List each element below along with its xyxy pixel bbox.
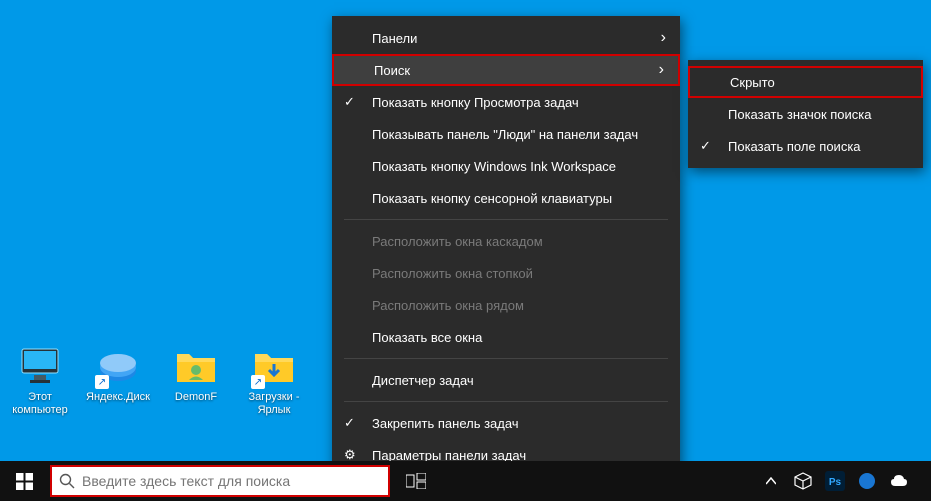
taskbar-tray: Ps — [755, 461, 931, 501]
shortcut-arrow-icon: ↗ — [95, 375, 109, 389]
menu-item-label: Расположить окна стопкой — [372, 266, 533, 281]
menu-item-label: Показать кнопку сенсорной клавиатуры — [372, 191, 612, 206]
search-input[interactable] — [82, 467, 388, 495]
menu-item-task-manager[interactable]: Диспетчер задач — [332, 364, 680, 396]
taskbar-item-task-view[interactable] — [394, 461, 438, 501]
chevron-right-icon: › — [659, 61, 664, 79]
menu-item-show-all-windows[interactable]: Показать все окна — [332, 321, 680, 353]
submenu-item-show-search-icon[interactable]: Показать значок поиска — [688, 98, 923, 130]
menu-item-label: Показать поле поиска — [728, 139, 861, 154]
menu-item-label: Скрыто — [730, 75, 775, 90]
taskbar-pinned-items — [394, 461, 438, 501]
tray-photoshop-icon[interactable]: Ps — [819, 461, 851, 501]
check-icon: ✓ — [344, 94, 355, 110]
svg-text:Ps: Ps — [829, 477, 842, 488]
tray-cube-icon[interactable] — [787, 461, 819, 501]
desktop-icon-this-pc[interactable]: Этоткомпьютер — [10, 345, 70, 417]
tray-up-icon[interactable] — [755, 461, 787, 501]
submenu-item-show-search-box[interactable]: ✓ Показать поле поиска — [688, 130, 923, 162]
check-icon: ✓ — [344, 415, 355, 431]
taskbar-search-box[interactable] — [50, 465, 390, 497]
menu-item-label: Показать значок поиска — [728, 107, 872, 122]
tray-cloud-icon[interactable] — [883, 461, 915, 501]
menu-item-label: Показать кнопку Windows Ink Workspace — [372, 159, 616, 174]
check-icon: ✓ — [700, 138, 711, 154]
search-submenu: Скрыто Показать значок поиска ✓ Показать… — [688, 60, 923, 168]
submenu-item-hidden[interactable]: Скрыто — [688, 66, 923, 98]
windows-logo-icon — [16, 473, 33, 490]
menu-item-lock-taskbar[interactable]: ✓ Закрепить панель задач — [332, 407, 680, 439]
tray-app-icon[interactable] — [851, 461, 883, 501]
chevron-right-icon: › — [661, 29, 666, 47]
desktop-icon-label: Загрузки -Ярлык — [249, 391, 300, 417]
menu-item-label: Поиск — [374, 63, 410, 78]
shortcut-arrow-icon: ↗ — [251, 375, 265, 389]
menu-item-task-view-button[interactable]: ✓ Показать кнопку Просмотра задач — [332, 86, 680, 118]
desktop-icon-label: Этоткомпьютер — [12, 391, 67, 417]
menu-separator — [344, 358, 668, 359]
desktop-icon-label: DemonF — [175, 391, 217, 404]
menu-item-label: Панели — [372, 31, 417, 46]
task-view-icon — [406, 473, 426, 489]
taskbar: Ps — [0, 461, 931, 501]
menu-item-label: Показать кнопку Просмотра задач — [372, 95, 579, 110]
yandex-disk-icon: ↗ — [97, 345, 139, 387]
search-icon — [52, 473, 82, 489]
desktop-icon-yandex-disk[interactable]: ↗ Яндекс.Диск — [88, 345, 148, 417]
tray-more-icon[interactable] — [915, 461, 931, 501]
menu-item-label: Расположить окна рядом — [372, 298, 524, 313]
menu-item-label: Закрепить панель задач — [372, 416, 519, 431]
menu-item-label: Диспетчер задач — [372, 373, 474, 388]
menu-separator — [344, 219, 668, 220]
menu-item-side-by-side: Расположить окна рядом — [332, 289, 680, 321]
menu-item-ink-workspace[interactable]: Показать кнопку Windows Ink Workspace — [332, 150, 680, 182]
menu-item-people-panel[interactable]: Показывать панель "Люди" на панели задач — [332, 118, 680, 150]
start-button[interactable] — [0, 461, 48, 501]
menu-item-label: Показать все окна — [372, 330, 482, 345]
folder-user-icon — [175, 345, 217, 387]
menu-item-touch-keyboard[interactable]: Показать кнопку сенсорной клавиатуры — [332, 182, 680, 214]
folder-download-icon: ↗ — [253, 345, 295, 387]
desktop-icons: Этоткомпьютер ↗ Яндекс.Диск DemonF ↗ Заг… — [10, 345, 304, 417]
menu-item-toolbars[interactable]: Панели › — [332, 22, 680, 54]
desktop-icon-demonf[interactable]: DemonF — [166, 345, 226, 417]
menu-item-stack-windows: Расположить окна стопкой — [332, 257, 680, 289]
taskbar-context-menu: Панели › Поиск › ✓ Показать кнопку Просм… — [332, 16, 680, 477]
menu-item-label: Показывать панель "Люди" на панели задач — [372, 127, 638, 142]
desktop-icon-downloads[interactable]: ↗ Загрузки -Ярлык — [244, 345, 304, 417]
menu-item-label: Расположить окна каскадом — [372, 234, 543, 249]
monitor-icon — [19, 345, 61, 387]
menu-separator — [344, 401, 668, 402]
menu-item-cascade-windows: Расположить окна каскадом — [332, 225, 680, 257]
desktop-icon-label: Яндекс.Диск — [86, 391, 150, 404]
menu-item-search[interactable]: Поиск › — [332, 54, 680, 86]
